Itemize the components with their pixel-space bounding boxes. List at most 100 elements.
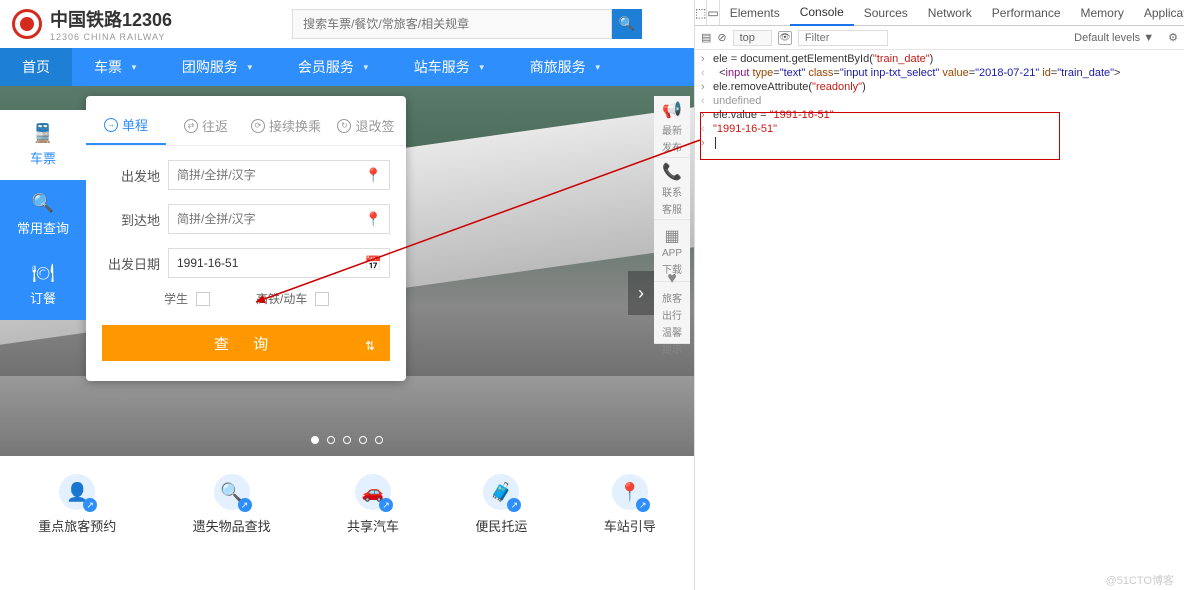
side-tab[interactable]: 🚆车票: [0, 110, 86, 180]
devtools-tabs: ⬚ ▭ ElementsConsoleSourcesNetworkPerform…: [695, 0, 1184, 26]
dot[interactable]: [343, 436, 351, 444]
quick-link[interactable]: 🧳 便民托运: [475, 474, 527, 535]
annotation-box: [700, 112, 1060, 160]
inspect-icon[interactable]: ⬚: [695, 0, 707, 26]
from-row: 出发地 📍: [102, 160, 390, 190]
student-checkbox[interactable]: [196, 292, 210, 306]
quick-link[interactable]: 👤重点旅客预约: [38, 474, 116, 535]
main-nav: 首页车票团购服务会员服务站车服务商旅服务: [0, 48, 694, 86]
date-row: 出发日期 📅: [102, 248, 390, 278]
clear-console-icon[interactable]: ⊘: [717, 31, 726, 44]
nav-item[interactable]: 商旅服务: [508, 48, 624, 86]
float-bar: 📢最新发布📞联系客服▦APP下载♥旅客出行温馨提示: [654, 96, 690, 344]
devtools-tab[interactable]: Sources: [854, 0, 918, 26]
carousel-next[interactable]: ›: [628, 271, 654, 315]
card-tab[interactable]: →单程: [86, 106, 166, 145]
float-icon: ♥: [667, 270, 677, 288]
float-item[interactable]: ♥旅客出行温馨提示: [654, 282, 690, 344]
float-label: APP: [662, 248, 682, 259]
search-input[interactable]: [292, 9, 612, 39]
quick-icon: 🚗: [355, 474, 391, 510]
float-icon: ▦: [664, 226, 679, 246]
nav-item[interactable]: 团购服务: [160, 48, 276, 86]
to-input[interactable]: [168, 204, 390, 234]
dot[interactable]: [311, 436, 319, 444]
tab-label: 常用查询: [17, 218, 69, 237]
console-line: <input type="text" class="input inp-txt_…: [695, 66, 1184, 80]
swap-button[interactable]: ⇅: [358, 334, 382, 358]
quick-label: 便民托运: [475, 516, 527, 535]
devtools-tab[interactable]: Network: [918, 0, 982, 26]
quick-icon: 🔍: [214, 474, 250, 510]
search-button[interactable]: 🔍: [612, 9, 642, 39]
filter-input[interactable]: [798, 30, 888, 46]
devtools-tab[interactable]: Application: [1134, 0, 1184, 26]
settings-icon[interactable]: ⚙: [1168, 31, 1178, 44]
tab-icon: 🔍: [32, 193, 54, 214]
devtools-tab[interactable]: Memory: [1071, 0, 1134, 26]
float-item[interactable]: 📞联系客服: [654, 158, 690, 220]
from-input[interactable]: [168, 160, 390, 190]
nav-item[interactable]: 站车服务: [392, 48, 508, 86]
dot[interactable]: [375, 436, 383, 444]
live-expr-icon[interactable]: 👁: [778, 31, 792, 45]
tab-label: 往返: [202, 116, 228, 135]
tab-icon: 🍽: [32, 263, 55, 284]
quick-link[interactable]: 🚗 共享汽车: [347, 474, 399, 535]
to-row: 到达地 📍: [102, 204, 390, 234]
float-label: 联系: [662, 184, 682, 199]
nav-item[interactable]: 车票: [72, 48, 160, 86]
console-toolbar: ▤ ⊘ top 👁 Default levels ▼ ⚙: [695, 26, 1184, 50]
options-row: 学生 高铁/动车: [164, 290, 406, 307]
query-button[interactable]: 查 询: [102, 325, 390, 361]
site-subtitle: 12306 CHINA RAILWAY: [50, 32, 172, 42]
device-icon[interactable]: ▭: [707, 0, 719, 26]
from-label: 出发地: [102, 166, 160, 185]
card-tab[interactable]: ⟳接续换乘: [246, 106, 326, 145]
tab-label: 退改签: [355, 116, 394, 135]
side-tab[interactable]: 🍽 订餐: [0, 250, 86, 320]
devtools-tab[interactable]: Elements: [720, 0, 790, 26]
context-select[interactable]: top: [733, 30, 772, 46]
quick-label: 车站引导: [604, 516, 656, 535]
site-title: 中国铁路12306: [50, 6, 172, 32]
console-sidebar-icon[interactable]: ▤: [701, 31, 711, 44]
devtools-tab[interactable]: Console: [790, 0, 854, 26]
levels-select[interactable]: Default levels ▼: [1074, 32, 1154, 44]
watermark: @51CTO博客: [1106, 572, 1174, 588]
nav-item[interactable]: 会员服务: [276, 48, 392, 86]
location-icon: 📍: [365, 211, 382, 228]
tab-label: 单程: [122, 115, 148, 134]
quick-label: 共享汽车: [347, 516, 399, 535]
location-icon: 📍: [365, 167, 382, 184]
tab-label: 接续换乘: [269, 116, 321, 135]
card-tab[interactable]: ⇄ 往返: [166, 106, 246, 145]
float-label: 发布: [662, 139, 682, 154]
float-label: 客服: [662, 201, 682, 216]
quick-link[interactable]: 🔍遗失物品查找: [193, 474, 271, 535]
dot[interactable]: [327, 436, 335, 444]
float-label: 旅客: [662, 290, 682, 305]
card-tabs: →单程 ⇄ 往返 ⟳接续换乘 ↻ 退改签: [86, 106, 406, 146]
console-line: ele = document.getElementById("train_dat…: [695, 52, 1184, 66]
card-tab[interactable]: ↻ 退改签: [326, 106, 406, 145]
dot[interactable]: [359, 436, 367, 444]
devtools-tab[interactable]: Performance: [982, 0, 1071, 26]
to-label: 到达地: [102, 210, 160, 229]
header-search: 🔍: [292, 9, 642, 39]
console-line: undefined: [695, 94, 1184, 108]
logo[interactable]: 中国铁路12306 12306 CHINA RAILWAY: [12, 6, 172, 42]
quick-icon: 🧳: [483, 474, 519, 510]
gdc-checkbox[interactable]: [315, 292, 329, 306]
quick-link[interactable]: 📍车站引导: [604, 474, 656, 535]
side-tab[interactable]: 🔍 常用查询: [0, 180, 86, 250]
date-input[interactable]: [168, 248, 390, 278]
float-label: 温馨: [662, 324, 682, 339]
tab-icon: ↻: [337, 119, 351, 133]
nav-item[interactable]: 首页: [0, 48, 72, 86]
tab-label: 订餐: [30, 288, 56, 307]
tab-label: 车票: [30, 148, 56, 167]
float-item[interactable]: 📢最新发布: [654, 96, 690, 158]
tab-icon: ⇄: [184, 119, 198, 133]
float-label: 出行: [662, 307, 682, 322]
